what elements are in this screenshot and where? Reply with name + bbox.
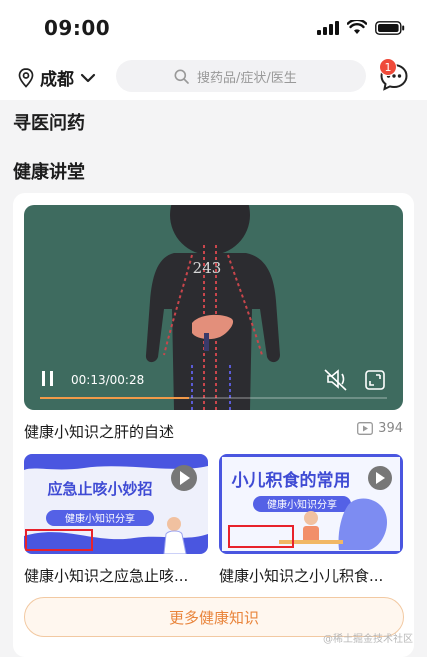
video-overlay-number: 243	[193, 259, 222, 277]
video-thumbnail-indigestion[interactable]: 小儿积食的常用 健康小知识分享	[219, 454, 403, 554]
thumbnail-indigestion-art: 小儿积食的常用 健康小知识分享	[219, 454, 403, 554]
thumbnail-cough-caption[interactable]: 健康小知识之应急止咳...	[24, 565, 208, 586]
battery-icon	[375, 20, 405, 35]
video-progress-bar[interactable]	[40, 397, 387, 399]
status-bar: 09:00	[0, 0, 427, 56]
message-badge: 1	[379, 58, 397, 76]
search-icon	[174, 69, 189, 84]
thumbnail-indigestion-subtitle: 健康小知识分享	[267, 498, 337, 511]
mute-icon	[324, 369, 347, 391]
wifi-icon	[347, 20, 367, 34]
thumbnail-cough-partial-text: 4/8	[36, 537, 52, 548]
pause-icon	[42, 371, 45, 386]
video-progress-fill	[40, 397, 190, 399]
video-time: 00:13/00:28	[71, 373, 145, 387]
consult-section-title: 寻医问药	[13, 113, 85, 134]
watermark: @稀土掘金技术社区	[323, 634, 413, 645]
search-placeholder: 搜药品/症状/医生	[197, 70, 297, 86]
featured-video-title[interactable]: 健康小知识之肝的自述	[24, 421, 174, 442]
video-thumbnail-cough[interactable]: 应急止咳小妙招 健康小知识分享 4/8	[24, 454, 208, 554]
fullscreen-icon	[365, 370, 385, 390]
play-count-value: 394	[378, 421, 403, 436]
thumbnail-indigestion-banner: 小儿积食的常用	[232, 470, 351, 491]
lecture-section-title: 健康讲堂	[13, 162, 85, 183]
location-pin-icon	[18, 67, 34, 88]
status-icons	[317, 20, 405, 35]
thumbnail-cough-banner: 应急止咳小妙招	[47, 480, 152, 498]
city-selector[interactable]: 成都	[18, 65, 96, 90]
play-count-icon	[357, 422, 374, 435]
status-time: 09:00	[44, 16, 111, 40]
city-name: 成都	[40, 70, 74, 90]
search-input[interactable]: 搜药品/症状/医生	[116, 60, 366, 92]
play-count: 394	[357, 421, 403, 436]
signal-icon	[317, 20, 339, 35]
featured-video-player[interactable]: 243 00:13/00:28	[24, 205, 403, 410]
top-header: 成都 搜药品/症状/医生 1	[0, 56, 427, 100]
chevron-down-icon	[80, 73, 96, 82]
thumbnail-cough-subtitle: 健康小知识分享	[65, 512, 135, 525]
thumbnail-cough-art: 应急止咳小妙招 健康小知识分享 4/8	[24, 454, 208, 554]
thumbnail-indigestion-caption[interactable]: 健康小知识之小儿积食...	[219, 565, 403, 586]
message-button[interactable]: 1	[379, 58, 409, 92]
